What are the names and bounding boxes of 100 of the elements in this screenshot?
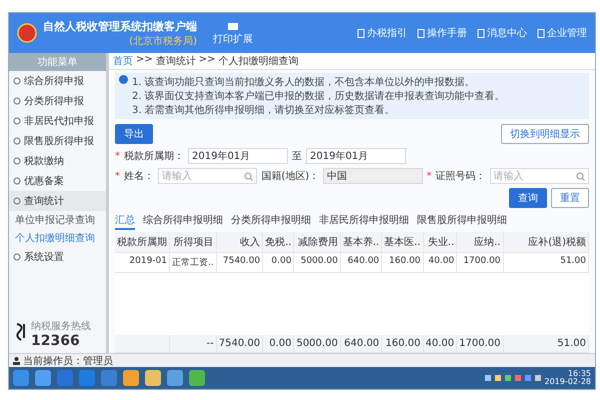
total-cell: 0.00 (263, 335, 294, 353)
document-icon (417, 28, 425, 38)
column-header: 收入 (216, 232, 264, 253)
table-cell: 7540.00 (216, 253, 264, 273)
required-mark: * (115, 150, 120, 162)
total-cell: 40.00 (424, 335, 458, 353)
column-header: 所得项目 (170, 232, 217, 253)
field-label: 证照号码： (436, 170, 486, 183)
menu-item-icon (13, 77, 21, 85)
breadcrumb-text: 查询统计 (156, 54, 196, 68)
user-icon (13, 356, 20, 364)
query-button[interactable]: 查询 (509, 188, 547, 208)
breadcrumb-text: >> (136, 54, 153, 67)
document-icon (477, 28, 485, 38)
clock-time: 16:35 (568, 370, 591, 378)
sidebar-item[interactable]: 优惠备案 (9, 171, 106, 191)
taskbar-app-icon[interactable] (167, 370, 183, 386)
menu-item-icon (13, 197, 21, 205)
sidebar-item[interactable]: 综合所得申报 (9, 71, 106, 91)
breadcrumb-text: 个人扣缴明细查询 (218, 54, 299, 68)
printer-icon (227, 20, 239, 32)
period-from-field[interactable]: 2019年01月 (188, 148, 288, 164)
menu-item-icon (13, 157, 21, 165)
menu-item-icon (13, 137, 21, 145)
table-cell: 1700.00 (457, 253, 504, 273)
sidebar-item[interactable]: 系统设置 (9, 247, 106, 267)
sidebar-item[interactable]: 限售股所得申报 (9, 131, 106, 151)
column-header: 减除费用 (294, 232, 341, 253)
table-cell: 5000.00 (294, 253, 341, 273)
sidebar-item[interactable]: 查询统计 (9, 191, 106, 211)
total-cell: -- (170, 335, 217, 353)
search-icon (244, 172, 254, 180)
menu-item-icon (13, 97, 21, 105)
tab[interactable]: 非居民所得申报明细 (319, 212, 409, 230)
notice-text: 2. 该界面仅支持查询本客户端已申报的数据，历史数据请在申报表查询功能中查看。 (132, 90, 505, 103)
taskbar-app-icon[interactable] (189, 370, 205, 386)
sidebar-item[interactable]: 税款缴纳 (9, 151, 106, 171)
breadcrumb-text: >> (198, 54, 216, 67)
hotline-caption: 纳税服务热线 (31, 320, 91, 333)
taskbar-app-icon[interactable] (79, 370, 95, 386)
column-header: 税款所属期 (115, 232, 170, 253)
total-cell: 7540.00 (216, 335, 264, 353)
header-link[interactable]: 消息中心 (477, 26, 527, 40)
tab[interactable]: 分类所得申报明细 (231, 212, 311, 230)
total-cell: 5000.00 (294, 335, 341, 353)
region-field[interactable]: 中国 (323, 168, 423, 184)
column-header: 免税.. (263, 232, 294, 253)
tab[interactable]: 限售股所得申报明细 (417, 212, 507, 230)
menu-item-icon (13, 177, 21, 185)
required-mark: * (115, 170, 120, 182)
start-button-icon[interactable] (13, 370, 29, 386)
column-header: 基本养.. (340, 232, 382, 253)
field-label: 国籍(地区)： (261, 170, 320, 183)
table-cell: 2019-01 (115, 253, 170, 273)
window-title: 自然人税收管理系统扣缴客户端 (43, 18, 197, 34)
clock-date: 2019-02-28 (544, 378, 591, 386)
table-cell: 40.00 (424, 253, 458, 273)
taskbar-app-icon[interactable] (123, 370, 139, 386)
notice-text: 3. 若需查询其他所得申报明细，请切换至对应标签页查看。 (132, 104, 396, 117)
hotline-number: 12366 (31, 333, 81, 349)
search-icon (576, 172, 585, 180)
total-cell: 160.00 (382, 335, 424, 353)
export-button[interactable]: 导出 (115, 124, 153, 144)
column-header: 应补(退)税额 (504, 232, 589, 253)
notice-text: 1. 该查询功能只查询当前扣缴义务人的数据，不包含本单位以外的申报数据。 (132, 76, 476, 89)
header-link[interactable]: 办税指引 (357, 26, 407, 40)
table-cell: 0.00 (263, 253, 294, 273)
sidebar-item[interactable]: 分类所得申报 (9, 91, 106, 111)
switch-view-button[interactable]: 切换到明细显示 (501, 124, 589, 144)
tab[interactable]: 综合所得申报明细 (143, 212, 223, 230)
breadcrumb-link[interactable]: 首页 (113, 54, 133, 68)
document-icon (537, 28, 545, 38)
header-link[interactable]: 操作手册 (417, 26, 467, 40)
document-icon (357, 28, 365, 38)
table-cell: 640.00 (340, 253, 382, 273)
tab[interactable]: 汇总 (115, 212, 135, 230)
sidebar-subitem[interactable]: 个人扣缴明细查询 (9, 229, 106, 247)
taskbar-app-icon[interactable] (35, 370, 51, 386)
table-cell: 51.00 (504, 253, 589, 273)
menu-item-icon (13, 117, 21, 125)
reset-button[interactable]: 重置 (551, 188, 589, 208)
sidebar-item[interactable]: 非居民代扣申报 (9, 111, 106, 131)
period-to-field[interactable]: 2019年01月 (306, 148, 406, 164)
operator-text: 当前操作员：管理员 (23, 354, 113, 368)
menu-item-icon (13, 253, 21, 261)
field-label: 税款所属期： (124, 150, 184, 163)
taskbar-app-icon[interactable] (101, 370, 117, 386)
total-cell: 640.00 (340, 335, 382, 353)
total-cell: 51.00 (504, 335, 589, 353)
header-link[interactable]: 企业管理 (537, 26, 587, 40)
total-cell: 1700.00 (457, 335, 504, 353)
taskbar-app-icon[interactable] (145, 370, 161, 386)
column-header: 应纳.. (457, 232, 504, 253)
table-cell: 正常工资.. (170, 253, 217, 273)
taskbar-app-icon[interactable] (57, 370, 73, 386)
info-icon (119, 75, 128, 84)
required-mark: * (426, 170, 432, 182)
column-header: 失业.. (424, 232, 458, 253)
sidebar-subitem[interactable]: 单位申报记录查询 (9, 211, 106, 229)
emblem-icon (17, 23, 37, 43)
